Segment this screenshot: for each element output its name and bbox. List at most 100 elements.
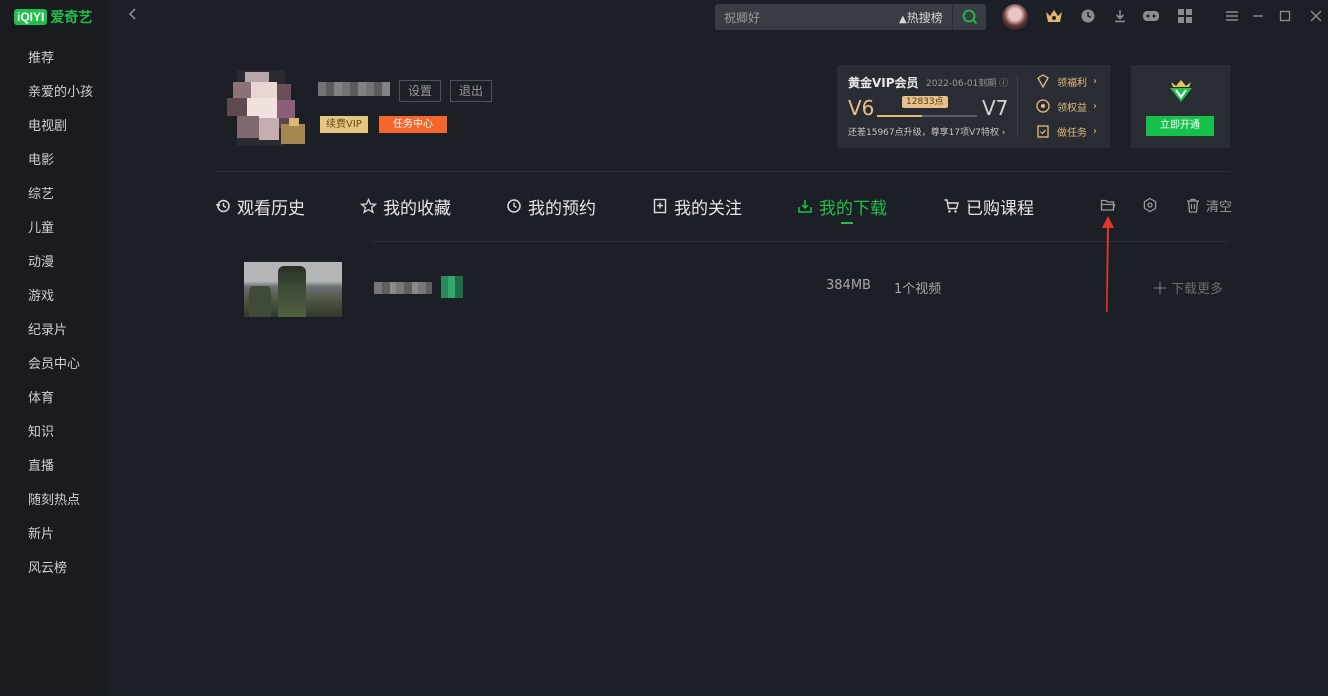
download-icon bbox=[798, 200, 812, 213]
sidebar-item-charts[interactable]: 风云榜 bbox=[0, 552, 108, 586]
app-logo[interactable]: iQIYI 爱奇艺 bbox=[14, 6, 92, 28]
search-button[interactable] bbox=[952, 4, 986, 30]
logo-name: 爱奇艺 bbox=[50, 10, 93, 26]
plus-icon bbox=[1154, 281, 1166, 294]
clock-icon bbox=[507, 199, 521, 213]
vip-link-label: 做任务 bbox=[1057, 127, 1087, 139]
vip-progress-fill bbox=[877, 115, 922, 117]
sidebar-item-documentary[interactable]: 纪录片 bbox=[0, 314, 108, 348]
sidebar-item-recommend[interactable]: 推荐 bbox=[0, 42, 108, 76]
open-vip-button[interactable]: 立即开通 bbox=[1146, 116, 1214, 136]
sidebar-item-variety[interactable]: 综艺 bbox=[0, 178, 108, 212]
video-title-blurred[interactable] bbox=[374, 282, 432, 294]
vip-link-label: 领权益 bbox=[1057, 102, 1087, 114]
vip-level-next: V7 bbox=[982, 96, 1009, 120]
video-count: 1个视频 bbox=[894, 282, 942, 297]
thumbnail-figure bbox=[278, 266, 306, 317]
sidebar-item-live[interactable]: 直播 bbox=[0, 450, 108, 484]
clipboard-icon bbox=[1037, 125, 1049, 138]
maximize-icon[interactable] bbox=[1275, 6, 1295, 26]
download-more-label: 下载更多 bbox=[1171, 282, 1224, 297]
clear-button[interactable]: 清空 bbox=[1186, 196, 1232, 215]
download-settings-button[interactable] bbox=[1141, 196, 1159, 214]
vip-open-card: 立即开通 bbox=[1131, 65, 1230, 148]
vip-level-current: V6 bbox=[848, 96, 875, 120]
user-avatar-top[interactable] bbox=[1002, 4, 1028, 30]
history-icon bbox=[215, 199, 230, 213]
sidebar-item-tv[interactable]: 电视剧 bbox=[0, 110, 108, 144]
sidebar-item-hot[interactable]: 随刻热点 bbox=[0, 484, 108, 518]
search-input[interactable]: 祝卿好 bbox=[724, 9, 760, 26]
vip-progress-bar bbox=[877, 115, 977, 117]
task-center-button[interactable]: 任务中心 bbox=[379, 116, 447, 133]
minimize-icon[interactable] bbox=[1248, 6, 1268, 26]
sidebar-item-new[interactable]: 新片 bbox=[0, 518, 108, 552]
vip-crown-badge-icon bbox=[1170, 80, 1192, 102]
sidebar-item-knowledge[interactable]: 知识 bbox=[0, 416, 108, 450]
tab-following[interactable]: 我的关注 bbox=[652, 193, 742, 219]
logo-mark: iQIYI bbox=[14, 9, 48, 25]
active-tab-indicator bbox=[841, 222, 853, 224]
video-badge-blurred bbox=[441, 276, 463, 298]
folder-icon bbox=[1100, 199, 1116, 211]
tab-label: 观看历史 bbox=[237, 198, 305, 219]
tab-downloads[interactable]: 我的下载 bbox=[797, 193, 887, 219]
tab-favorites[interactable]: 我的收藏 bbox=[360, 193, 451, 219]
open-folder-button[interactable] bbox=[1099, 196, 1117, 214]
sidebar-item-sports[interactable]: 体育 bbox=[0, 382, 108, 416]
close-icon[interactable] bbox=[1306, 6, 1326, 26]
settings-button[interactable]: 设置 bbox=[399, 80, 442, 102]
badge-icon bbox=[1036, 99, 1050, 113]
tab-reservations[interactable]: 我的预约 bbox=[506, 193, 596, 219]
back-icon[interactable] bbox=[128, 6, 144, 26]
tab-label: 我的关注 bbox=[674, 198, 742, 219]
cart-icon bbox=[944, 199, 959, 213]
vip-link-rights[interactable]: 领权益 › bbox=[1035, 98, 1097, 114]
sidebar-item-member-center[interactable]: 会员中心 bbox=[0, 348, 108, 382]
video-thumbnail[interactable] bbox=[244, 262, 342, 317]
vip-link-label: 领福利 bbox=[1057, 77, 1087, 89]
vip-crown-icon[interactable] bbox=[1044, 6, 1064, 26]
menu-icon[interactable] bbox=[1222, 6, 1242, 26]
clear-label: 清空 bbox=[1206, 200, 1233, 215]
thumbnail-figure bbox=[249, 286, 271, 317]
tab-purchased-courses[interactable]: 已购课程 bbox=[943, 193, 1034, 219]
apps-grid-icon[interactable] bbox=[1175, 6, 1195, 26]
logout-button[interactable]: 退出 bbox=[450, 80, 493, 102]
search-bar[interactable]: 祝卿好 ▲热搜榜 bbox=[715, 4, 986, 30]
tab-label: 我的下载 bbox=[819, 198, 887, 219]
sidebar-item-anime[interactable]: 动漫 bbox=[0, 246, 108, 280]
divider bbox=[215, 171, 1230, 172]
sidebar-item-games[interactable]: 游戏 bbox=[0, 280, 108, 314]
hot-search-label: 热搜榜 bbox=[906, 11, 943, 25]
sidebar: iQIYI 爱奇艺 推荐 亲爱的小孩 电视剧 电影 综艺 儿童 动漫 游戏 纪录… bbox=[0, 0, 108, 696]
hot-search-link[interactable]: ▲热搜榜 bbox=[899, 9, 943, 26]
download-icon[interactable] bbox=[1110, 6, 1130, 26]
vip-link-benefits[interactable]: 领福利 › bbox=[1035, 73, 1097, 89]
vip-divider bbox=[1017, 75, 1018, 137]
star-icon bbox=[360, 198, 377, 214]
vip-points: 12833点 bbox=[902, 96, 948, 108]
flame-icon: ▲ bbox=[899, 14, 907, 25]
sidebar-item-dear-child[interactable]: 亲爱的小孩 bbox=[0, 76, 108, 110]
tab-label: 我的预约 bbox=[528, 198, 596, 219]
renew-vip-button[interactable]: 续费VIP bbox=[320, 116, 368, 133]
vip-card: 黄金VIP会员 2022-06-01到期 ⓘ V6 12833点 V7 还差15… bbox=[837, 65, 1110, 148]
annotation-arrow-icon bbox=[1102, 216, 1114, 312]
gamepad-icon[interactable] bbox=[1141, 6, 1161, 26]
search-icon bbox=[962, 9, 978, 25]
sidebar-item-kids[interactable]: 儿童 bbox=[0, 212, 108, 246]
vip-upgrade-note[interactable]: 还差15967点升级，尊享17项V7特权 › bbox=[848, 125, 1005, 138]
tab-label: 我的收藏 bbox=[383, 198, 451, 219]
settings-icon bbox=[1143, 197, 1157, 213]
vip-title: 黄金VIP会员 bbox=[848, 76, 919, 90]
profile-avatar[interactable] bbox=[223, 70, 307, 146]
username-blurred bbox=[318, 82, 390, 96]
sidebar-nav: 推荐 亲爱的小孩 电视剧 电影 综艺 儿童 动漫 游戏 纪录片 会员中心 体育 … bbox=[0, 42, 108, 586]
download-more-button[interactable]: 下载更多 bbox=[1153, 278, 1223, 297]
sidebar-item-movie[interactable]: 电影 bbox=[0, 144, 108, 178]
vip-link-tasks[interactable]: 做任务 › bbox=[1035, 123, 1097, 139]
video-size: 384MB bbox=[826, 278, 871, 293]
history-icon[interactable] bbox=[1078, 6, 1098, 26]
tab-watch-history[interactable]: 观看历史 bbox=[215, 193, 305, 219]
